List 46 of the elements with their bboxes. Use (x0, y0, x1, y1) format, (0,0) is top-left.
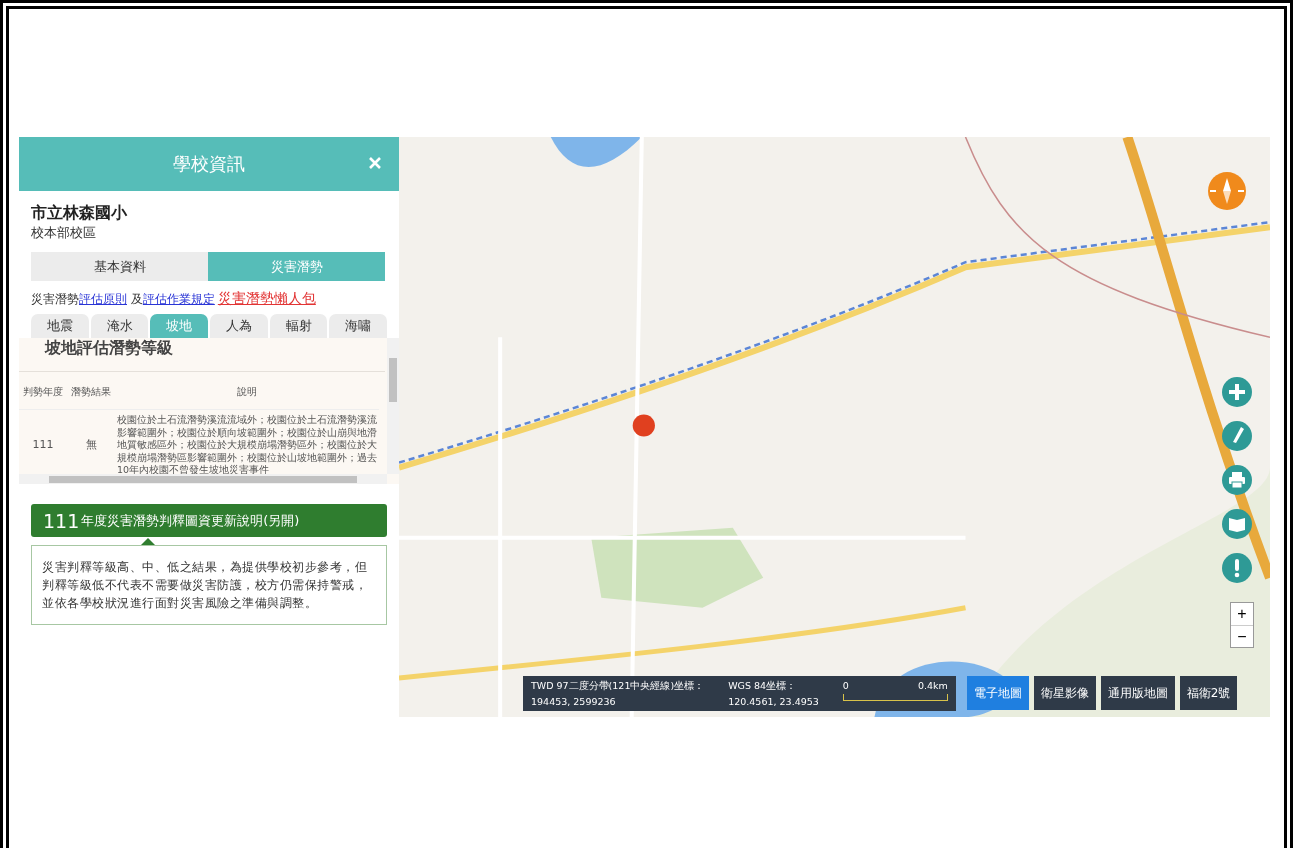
pen-icon[interactable] (1222, 421, 1252, 451)
school-name: 市立林森國小 (31, 203, 128, 224)
link[interactable]: 評估作業規定 (142, 292, 215, 306)
scale-label: 0 (842, 680, 849, 691)
table-cell: 無 (67, 409, 115, 474)
compass-icon[interactable] (1208, 172, 1246, 210)
vertical-scrollbar[interactable] (387, 338, 399, 474)
notice-banner[interactable]: 111 年度災害潛勢判釋圖資更新說明(另開) (31, 504, 387, 537)
coordinate-label: TWD 97二度分帶(121中央經線)坐標： (531, 680, 705, 693)
tab[interactable]: 人為 (210, 314, 268, 338)
book-icon[interactable] (1222, 509, 1252, 539)
notice-title: 年度災害潛勢判釋圖資更新說明(另開) (81, 511, 300, 530)
column-header: 潛勢結果 (67, 372, 115, 410)
scale-label: 0.4km (917, 680, 948, 691)
coordinate-value: 194453, 2599236 (531, 696, 617, 707)
link[interactable]: 評估原則 (79, 292, 127, 306)
coordinate-value: 120.4561, 23.4953 (728, 696, 819, 707)
notice-text: 災害判釋等級高、中、低之結果，為提供學校初步參考，但判釋等級低不代表不需要做災害防護，校方仍需保持警戒，並依各學校狀況進行面對災害風險之準備與調整。 (31, 545, 387, 625)
basemap-button[interactable]: 福衛2號 (1179, 676, 1238, 710)
alert-icon[interactable] (1222, 553, 1252, 583)
tab[interactable]: 基本資料 (31, 252, 208, 281)
panel-title: 學校資訊 (173, 152, 245, 176)
table-cell: 校園位於土石流潛勢溪流流域外；校園位於土石流潛勢溪流影響範圍外；校園位於順向坡範圍外；校園位於山崩與地滑地質敏感區外；校園位於大規模崩塌潛勢區外；校園位於大規模崩塌潛勢區影響範圍外；校園位於山坡地範圍外；過去10年內校園不曾發生坡地災害事件 (115, 409, 379, 474)
table-cell: 111 (19, 409, 67, 474)
link[interactable]: 災害潛勢懶人包 (217, 290, 316, 306)
column-header: 說明 (115, 372, 379, 410)
label-text: 災害潛勢 (31, 292, 79, 306)
print-icon[interactable] (1222, 465, 1252, 495)
column-header: 判勢年度 (19, 372, 67, 410)
coordinate-label: WGS 84坐標： (728, 680, 798, 693)
basemap-button[interactable]: 電子地圖 (966, 676, 1029, 710)
label-text: 及 (129, 292, 143, 306)
section-title: 坡地評估潛勢等級 (19, 338, 385, 372)
campus-name: 校本部校區 (31, 224, 97, 242)
tab[interactable]: 地震 (31, 314, 89, 338)
add-icon[interactable] (1222, 377, 1252, 407)
tab[interactable]: 海嘯 (329, 314, 388, 338)
tab[interactable]: 輻射 (269, 314, 328, 338)
close-icon[interactable] (369, 157, 381, 169)
notice-year: 111 (43, 509, 80, 532)
callout-pointer (141, 538, 155, 545)
map-drawing[interactable] (399, 137, 1270, 717)
basemap-button[interactable]: 通用版地圖 (1100, 676, 1175, 710)
basemap-button[interactable]: 衛星影像 (1033, 676, 1096, 710)
horizontal-scrollbar[interactable] (19, 474, 387, 484)
tab[interactable]: 淹水 (90, 314, 149, 338)
